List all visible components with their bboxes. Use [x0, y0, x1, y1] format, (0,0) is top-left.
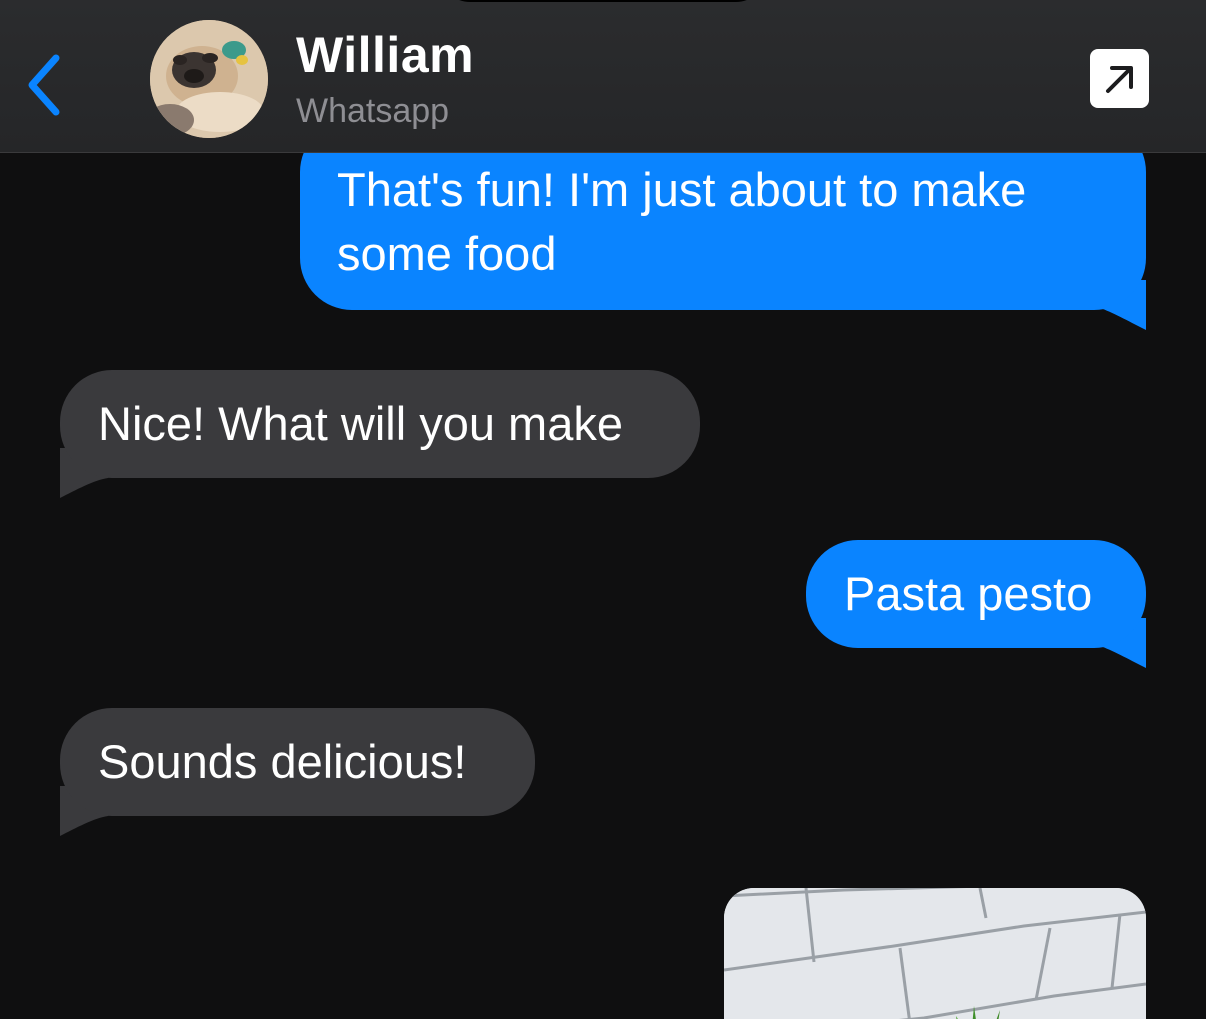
arrow-up-right-icon: [1106, 66, 1133, 93]
message-text-line: That's fun! I'm just about to make: [337, 163, 1027, 216]
message-text: Pasta pesto: [844, 567, 1093, 620]
open-external-button[interactable]: [1090, 49, 1149, 108]
device-notch: [440, 0, 766, 2]
back-button[interactable]: [22, 52, 66, 116]
message-bubble-incoming[interactable]: Sounds delicious!: [60, 708, 535, 816]
photo-message[interactable]: [724, 888, 1146, 1019]
message-text-line: some food: [337, 227, 557, 280]
message-text: Nice! What will you make: [98, 397, 623, 450]
contact-name[interactable]: William: [296, 26, 474, 84]
conversation-screen: That's fun! I'm just about to make some …: [0, 0, 1206, 1019]
message-text: Sounds delicious!: [98, 735, 467, 788]
contact-source-label: Whatsapp: [296, 92, 450, 130]
message-bubble-outgoing[interactable]: Pasta pesto: [806, 540, 1146, 648]
contact-avatar[interactable]: [150, 20, 268, 138]
chevron-left-icon: [28, 54, 60, 116]
conversation-header: William Whatsapp: [0, 0, 1206, 153]
message-bubble-incoming[interactable]: Nice! What will you make: [60, 370, 700, 478]
